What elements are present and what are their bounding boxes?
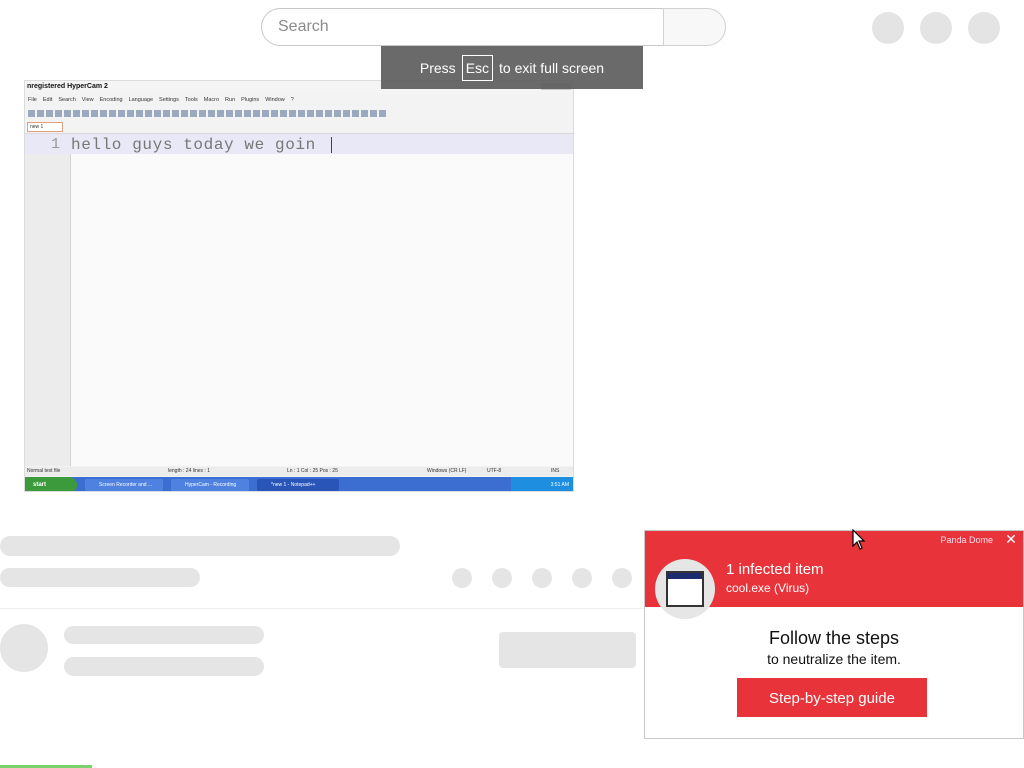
video-caret (331, 137, 332, 153)
subscriber-count-placeholder (64, 657, 264, 676)
menu-item: Search (58, 97, 76, 103)
search-input[interactable] (262, 9, 638, 45)
menu-item: Settings (159, 97, 179, 103)
menu-item: Language (128, 97, 154, 103)
step-by-step-guide-button[interactable]: Step-by-step guide (737, 678, 927, 717)
search-button[interactable] (663, 8, 726, 46)
video-menu-bar: File Edit Search View Encoding Language … (25, 95, 573, 105)
alert-subheading: cool.exe (Virus) (726, 581, 810, 595)
status-encoding: UTF-8 (487, 468, 502, 474)
close-icon[interactable]: ✕ (1003, 531, 1019, 547)
menu-item: ? (290, 97, 294, 103)
video-toolbar (25, 106, 573, 120)
start-button: start (25, 477, 77, 491)
menu-item: Macro (203, 97, 220, 103)
menu-item: Plugins (241, 97, 260, 103)
alert-heading: 1 infected item (726, 561, 824, 578)
search-box[interactable] (261, 8, 663, 46)
program-window-icon (655, 559, 715, 619)
video-player[interactable]: nregistered HyperCam 2 File Edit Search … (24, 80, 574, 492)
avatar-placeholder[interactable] (968, 12, 1000, 44)
fullscreen-hint-before: Press (419, 59, 456, 76)
video-status-bar: Normal text file length : 24 lines : 1 L… (25, 467, 573, 476)
window-icon (666, 571, 704, 607)
views-placeholder (0, 568, 200, 587)
action-placeholder (532, 568, 552, 588)
panda-dome-alert: Panda Dome ✕ 1 infected item cool.exe (V… (644, 530, 1024, 739)
channel-avatar-placeholder (0, 624, 48, 672)
video-gutter (25, 134, 71, 466)
mouse-cursor-icon (852, 529, 866, 550)
status-mode: INS (551, 468, 560, 474)
fullscreen-hint-after: to exit full screen (499, 59, 605, 76)
title-placeholder (0, 536, 400, 556)
video-editor: 1 hello guys today we goin (25, 133, 573, 466)
menu-item: Run (225, 97, 236, 103)
menu-item: View (81, 97, 94, 103)
taskbar-item: Screen Recorder and ... (85, 479, 163, 491)
menu-item: Window (265, 97, 285, 103)
fullscreen-hint: Press Esc to exit full screen (381, 46, 643, 89)
subscribe-button-placeholder (499, 632, 636, 668)
system-tray-clock: 3:51 AM (511, 477, 573, 491)
video-line-number: 1 (51, 136, 61, 153)
action-placeholder (572, 568, 592, 588)
taskbar-item: HyperCam - Recording (171, 479, 249, 491)
status-length: length : 24 lines : 1 (168, 468, 210, 474)
status-position: Ln : 1 Col : 25 Pos : 25 (287, 468, 338, 474)
menu-item: Edit (42, 97, 53, 103)
alert-neutralize-text: to neutralize the item. (767, 651, 901, 667)
alert-brand: Panda Dome (940, 535, 993, 545)
taskbar-item: *new 1 - Notepad++ (257, 479, 339, 491)
video-window-title-text: nregistered HyperCam 2 (27, 83, 108, 90)
action-placeholder (452, 568, 472, 588)
video-taskbar: start Screen Recorder and ... HyperCam -… (25, 477, 573, 491)
video-editor-tab: new 1 (27, 122, 63, 132)
video-editor-text: hello guys today we goin (71, 136, 316, 154)
status-file-type: Normal text file (27, 468, 61, 474)
alert-follow-text: Follow the steps (768, 628, 900, 648)
menu-item: Encoding (99, 97, 123, 103)
menu-item: File (28, 97, 37, 103)
header-icon-placeholder[interactable] (920, 12, 952, 44)
action-placeholder (612, 568, 632, 588)
menu-item: Tools (184, 97, 198, 103)
header-icon-placeholder[interactable] (872, 12, 904, 44)
action-placeholder (492, 568, 512, 588)
esc-key-badge: Esc (461, 54, 494, 81)
channel-name-placeholder (64, 626, 264, 644)
status-eol: Windows (CR LF) (427, 468, 467, 474)
divider (0, 608, 644, 609)
